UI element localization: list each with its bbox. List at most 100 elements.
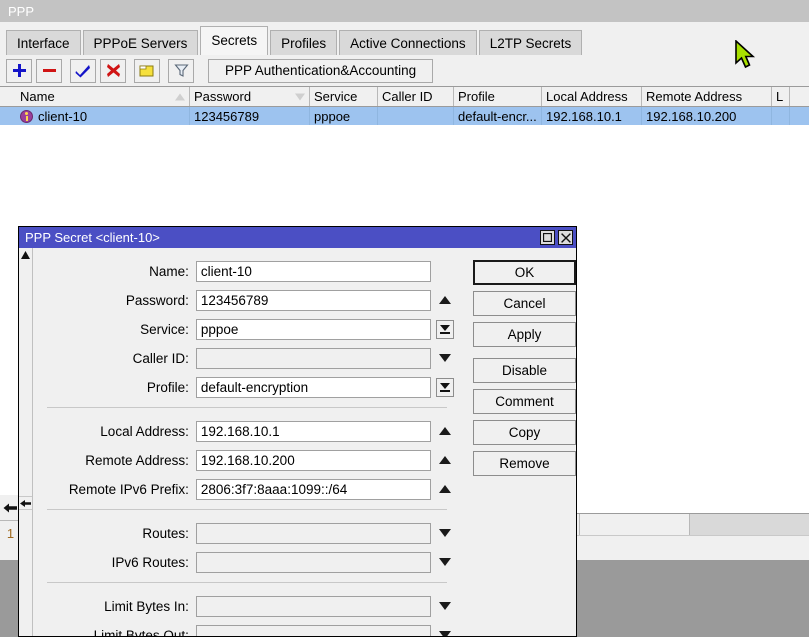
funnel-icon bbox=[174, 63, 189, 78]
column-header-service[interactable]: Service bbox=[310, 87, 378, 106]
local-address-expand-button[interactable] bbox=[431, 421, 459, 442]
password-input[interactable]: 123456789 bbox=[196, 290, 431, 311]
service-dropdown-button[interactable] bbox=[431, 319, 459, 340]
expand-down-icon[interactable] bbox=[439, 529, 451, 537]
column-header-name[interactable]: Name bbox=[0, 87, 190, 106]
apply-button[interactable]: Apply bbox=[473, 322, 576, 347]
remote-address-expand-button[interactable] bbox=[431, 450, 459, 471]
cell-remote-address: 192.168.10.200 bbox=[642, 107, 772, 125]
expand-down-icon[interactable] bbox=[439, 602, 451, 610]
caller-id-expand-button[interactable] bbox=[431, 348, 459, 369]
comment-button[interactable]: Comment bbox=[473, 389, 576, 414]
local-address-value: 192.168.10.1 bbox=[201, 424, 280, 439]
service-input[interactable]: pppoe bbox=[196, 319, 431, 340]
dropdown-icon[interactable] bbox=[436, 378, 454, 397]
close-button[interactable] bbox=[558, 230, 573, 245]
label-password: Password: bbox=[33, 293, 196, 308]
window-titlebar: PPP bbox=[0, 0, 809, 22]
disable-button[interactable]: Disable bbox=[473, 358, 576, 383]
routes-expand-button[interactable] bbox=[431, 523, 459, 544]
field-row-caller-id: Caller ID: bbox=[33, 347, 463, 369]
service-value: pppoe bbox=[201, 322, 239, 337]
column-header-label: Name bbox=[20, 89, 55, 104]
maximize-icon bbox=[543, 233, 552, 242]
tab-l2tp-secrets[interactable]: L2TP Secrets bbox=[479, 30, 583, 55]
dialog-title: PPP Secret <client-10> bbox=[25, 230, 540, 245]
enable-button[interactable] bbox=[70, 59, 96, 83]
remove-button[interactable]: Remove bbox=[473, 451, 576, 476]
column-header-profile[interactable]: Profile bbox=[454, 87, 542, 106]
scroll-up-button[interactable] bbox=[19, 248, 32, 261]
column-header-label: Caller ID bbox=[382, 89, 433, 104]
comment-button[interactable] bbox=[134, 59, 160, 83]
ipv6-routes-input[interactable] bbox=[196, 552, 431, 573]
expand-down-icon[interactable] bbox=[439, 631, 451, 637]
limit-bytes-in-input[interactable] bbox=[196, 596, 431, 617]
remote-ipv6-prefix-expand-button[interactable] bbox=[431, 479, 459, 500]
dropdown-icon[interactable] bbox=[436, 320, 454, 339]
copy-button[interactable]: Copy bbox=[473, 420, 576, 445]
remote-address-input[interactable]: 192.168.10.200 bbox=[196, 450, 431, 471]
cross-icon bbox=[106, 63, 121, 78]
dialog-scrollbar[interactable] bbox=[19, 248, 33, 637]
column-header-caller-id[interactable]: Caller ID bbox=[378, 87, 454, 106]
column-header-password[interactable]: Password bbox=[190, 87, 310, 106]
field-row-remote-ipv6-prefix: Remote IPv6 Prefix:2806:3f7:8aaa:1099::/… bbox=[33, 478, 463, 500]
profile-dropdown-button[interactable] bbox=[431, 377, 459, 398]
add-button[interactable] bbox=[6, 59, 32, 83]
field-row-local-address: Local Address:192.168.10.1 bbox=[33, 420, 463, 442]
expand-down-icon[interactable] bbox=[439, 558, 451, 566]
expand-down-icon[interactable] bbox=[439, 354, 451, 362]
filter-button[interactable] bbox=[168, 59, 194, 83]
field-row-ipv6-routes: IPv6 Routes: bbox=[33, 551, 463, 573]
table-header-row: Name PasswordService Caller ID Profile Local… bbox=[0, 87, 809, 107]
ok-button[interactable]: OK bbox=[473, 260, 576, 285]
dialog-titlebar[interactable]: PPP Secret <client-10> bbox=[19, 227, 576, 248]
cell-local-address: 192.168.10.1 bbox=[542, 107, 642, 125]
column-header-l[interactable]: L bbox=[772, 87, 790, 106]
tab-active-connections[interactable]: Active Connections bbox=[339, 30, 477, 55]
local-address-input[interactable]: 192.168.10.1 bbox=[196, 421, 431, 442]
tab-interface[interactable]: Interface bbox=[6, 30, 81, 55]
tab-secrets[interactable]: Secrets bbox=[200, 26, 268, 55]
tab-bar: InterfacePPPoE ServersSecretsProfilesAct… bbox=[0, 22, 809, 55]
scroll-left-button[interactable] bbox=[19, 496, 32, 510]
expand-up-icon[interactable] bbox=[439, 427, 451, 435]
column-header-local-address[interactable]: Local Address bbox=[542, 87, 642, 106]
limit-bytes-out-expand-button[interactable] bbox=[431, 625, 459, 637]
toolbar: PPP Authentication&Accounting bbox=[0, 55, 809, 86]
column-header-label: Local Address bbox=[546, 89, 628, 104]
cell-text: 123456789 bbox=[194, 109, 259, 124]
limit-bytes-out-input[interactable] bbox=[196, 625, 431, 637]
routes-input[interactable] bbox=[196, 523, 431, 544]
ppp-authentication-accounting-button[interactable]: PPP Authentication&Accounting bbox=[208, 59, 433, 83]
column-header-remote-address[interactable]: Remote Address bbox=[642, 87, 772, 106]
remove-button[interactable] bbox=[36, 59, 62, 83]
expand-up-icon[interactable] bbox=[439, 485, 451, 493]
password-expand-button[interactable] bbox=[431, 290, 459, 311]
profile-input[interactable]: default-encryption bbox=[196, 377, 431, 398]
cell-service: pppoe bbox=[310, 107, 378, 125]
section-divider bbox=[47, 407, 447, 408]
remote-ipv6-prefix-input[interactable]: 2806:3f7:8aaa:1099::/64 bbox=[196, 479, 431, 500]
maximize-button[interactable] bbox=[540, 230, 555, 245]
name-value: client-10 bbox=[201, 264, 252, 279]
label-service: Service: bbox=[33, 322, 196, 337]
tab-profiles[interactable]: Profiles bbox=[270, 30, 337, 55]
field-row-routes: Routes: bbox=[33, 522, 463, 544]
limit-bytes-in-expand-button[interactable] bbox=[431, 596, 459, 617]
ipv6-routes-expand-button[interactable] bbox=[431, 552, 459, 573]
name-input[interactable]: client-10 bbox=[196, 261, 431, 282]
field-row-limit-bytes-out: Limit Bytes Out: bbox=[33, 624, 463, 637]
cancel-button[interactable]: Cancel bbox=[473, 291, 576, 316]
label-remote-address: Remote Address: bbox=[33, 453, 196, 468]
expand-up-icon[interactable] bbox=[439, 456, 451, 464]
label-ipv6-routes: IPv6 Routes: bbox=[33, 555, 196, 570]
cell-text: default-encr... bbox=[458, 109, 537, 124]
caller-id-input[interactable] bbox=[196, 348, 431, 369]
disable-button[interactable] bbox=[100, 59, 126, 83]
label-name: Name: bbox=[33, 264, 196, 279]
expand-up-icon[interactable] bbox=[439, 296, 451, 304]
table-row[interactable]: client-10123456789pppoedefault-encr...19… bbox=[0, 107, 809, 125]
tab-pppoe-servers[interactable]: PPPoE Servers bbox=[83, 30, 199, 55]
